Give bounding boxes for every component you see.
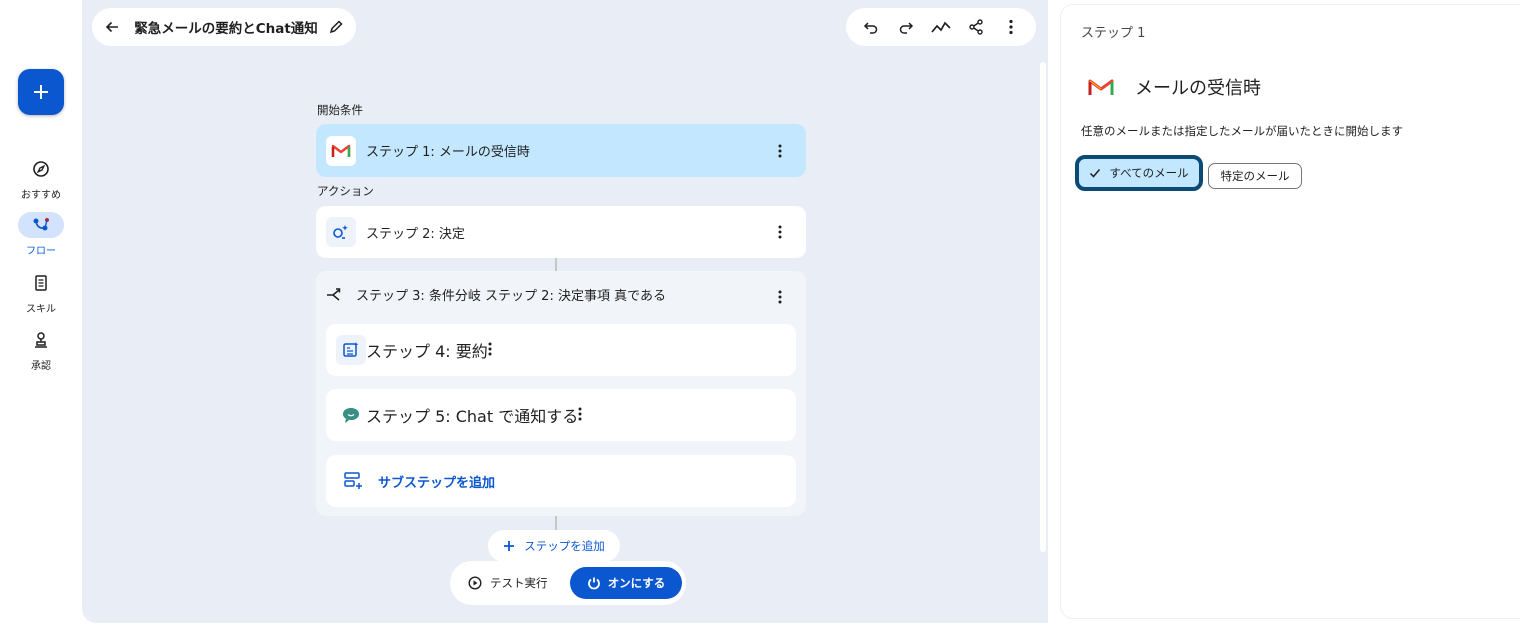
power-icon bbox=[587, 577, 600, 590]
panel-title: メールの受信時 bbox=[1135, 78, 1261, 99]
gmail-icon bbox=[1081, 67, 1121, 107]
actions-section-label: アクション bbox=[317, 184, 374, 198]
nav-label-skills: スキル bbox=[26, 304, 56, 315]
share-button[interactable] bbox=[964, 15, 988, 39]
option-all-mail-label: すべてのメール bbox=[1109, 166, 1189, 180]
nav-label-flows: フロー bbox=[26, 246, 56, 257]
panel-header: メールの受信時 bbox=[1081, 67, 1261, 107]
skill-icon bbox=[18, 270, 64, 296]
plus-icon bbox=[504, 541, 515, 551]
create-button[interactable] bbox=[18, 69, 64, 115]
test-run-button[interactable]: テスト実行 bbox=[468, 575, 548, 591]
summary-icon bbox=[336, 335, 366, 365]
more-vert-icon bbox=[1008, 19, 1013, 35]
nav-label-recommended: おすすめ bbox=[21, 190, 61, 201]
nav-item-recommended[interactable]: おすすめ bbox=[0, 156, 82, 201]
gmail-icon bbox=[326, 135, 356, 166]
decide-icon bbox=[326, 217, 356, 247]
play-circle-icon bbox=[468, 576, 482, 590]
nav-item-flows[interactable]: フロー bbox=[0, 212, 82, 257]
arrow-back-icon bbox=[105, 21, 119, 33]
redo-icon bbox=[899, 22, 914, 34]
branch-icon bbox=[327, 287, 341, 301]
step-5-menu-button[interactable] bbox=[578, 406, 582, 425]
trending-icon bbox=[931, 21, 951, 33]
panel-description: 任意のメールまたは指定したメールが届いたときに開始します bbox=[1081, 124, 1403, 138]
step-card-4[interactable]: ステップ 4: 要約 bbox=[326, 324, 796, 376]
add-substep-icon bbox=[344, 471, 364, 491]
flow-title[interactable]: 緊急メールの要約とChat通知 bbox=[134, 17, 318, 37]
flow-title-bar: 緊急メールの要約とChat通知 bbox=[92, 8, 356, 46]
canvas-toolbar bbox=[846, 8, 1036, 46]
activity-button[interactable] bbox=[929, 15, 953, 39]
undo-icon bbox=[864, 22, 878, 34]
test-run-label: テスト実行 bbox=[490, 576, 548, 590]
more-vert-icon bbox=[578, 407, 582, 420]
undo-button[interactable] bbox=[859, 15, 883, 39]
add-substep-button[interactable]: サブステップを追加 bbox=[326, 455, 796, 507]
compass-icon bbox=[18, 156, 64, 182]
step-label-5: ステップ 5: Chat で通知する bbox=[366, 407, 579, 426]
step-card-3[interactable]: ステップ 3: 条件分岐 ステップ 2: 決定事項 真である bbox=[326, 285, 796, 304]
option-all-mail[interactable]: すべてのメール bbox=[1075, 155, 1203, 191]
step-connector bbox=[555, 258, 557, 271]
panel-step-number: ステップ 1 bbox=[1081, 26, 1146, 41]
step-card-1[interactable]: ステップ 1: メールの受信時 bbox=[316, 124, 806, 177]
share-icon bbox=[969, 19, 983, 35]
more-vert-icon bbox=[778, 225, 782, 239]
step-label-1: ステップ 1: メールの受信時 bbox=[366, 145, 530, 160]
approval-icon bbox=[18, 327, 64, 353]
nav-item-approvals[interactable]: 承認 bbox=[0, 327, 82, 372]
navigation-rail: おすすめ フロー スキル 承認 bbox=[0, 0, 82, 635]
redo-button[interactable] bbox=[894, 15, 918, 39]
more-vert-icon bbox=[488, 342, 492, 355]
step-2-menu-button[interactable] bbox=[772, 222, 788, 242]
add-step-label: ステップを追加 bbox=[524, 539, 605, 553]
back-button[interactable] bbox=[102, 15, 122, 39]
step-detail-panel: ステップ 1 メールの受信時 任意のメールまたは指定したメールが届いたときに開始… bbox=[1061, 5, 1520, 618]
check-icon bbox=[1090, 169, 1101, 178]
trigger-section-label: 開始条件 bbox=[317, 103, 363, 117]
option-specific-mail[interactable]: 特定のメール bbox=[1208, 163, 1302, 189]
turn-on-button[interactable]: オンにする bbox=[570, 567, 682, 599]
add-substep-label: サブステップを追加 bbox=[378, 475, 496, 491]
step-connector bbox=[555, 516, 557, 530]
nav-item-skills[interactable]: スキル bbox=[0, 270, 82, 315]
plus-icon bbox=[34, 85, 48, 99]
run-controls: テスト実行 オンにする bbox=[450, 561, 686, 605]
option-specific-mail-label: 特定のメール bbox=[1220, 169, 1290, 183]
step-card-5[interactable]: ステップ 5: Chat で通知する bbox=[326, 389, 796, 441]
more-vert-icon bbox=[778, 290, 782, 304]
canvas-scrollbar[interactable] bbox=[1040, 62, 1046, 552]
step-4-menu-button[interactable] bbox=[488, 341, 492, 360]
branch-group: ステップ 3: 条件分岐 ステップ 2: 決定事項 真である ステップ 4: 要… bbox=[316, 271, 806, 516]
step-3-menu-button[interactable] bbox=[772, 287, 788, 307]
flow-icon bbox=[18, 212, 64, 238]
step-card-2[interactable]: ステップ 2: 決定 bbox=[316, 206, 806, 258]
more-options-button[interactable] bbox=[999, 15, 1023, 39]
step-label-4: ステップ 4: 要約 bbox=[366, 342, 488, 361]
step-1-menu-button[interactable] bbox=[772, 141, 788, 161]
step-label-2: ステップ 2: 決定 bbox=[366, 226, 465, 242]
pencil-icon bbox=[329, 20, 343, 34]
turn-on-label: オンにする bbox=[607, 576, 666, 590]
step-label-3: ステップ 3: 条件分岐 ステップ 2: 決定事項 真である bbox=[356, 289, 666, 304]
rename-button[interactable] bbox=[326, 15, 346, 39]
nav-label-approvals: 承認 bbox=[31, 361, 51, 372]
flow-canvas: 緊急メールの要約とChat通知 開始条件 ステップ 1: メールの受信時 アクシ… bbox=[82, 0, 1048, 623]
add-step-button[interactable]: ステップを追加 bbox=[488, 530, 620, 562]
chat-icon bbox=[336, 400, 366, 430]
more-vert-icon bbox=[778, 144, 782, 157]
